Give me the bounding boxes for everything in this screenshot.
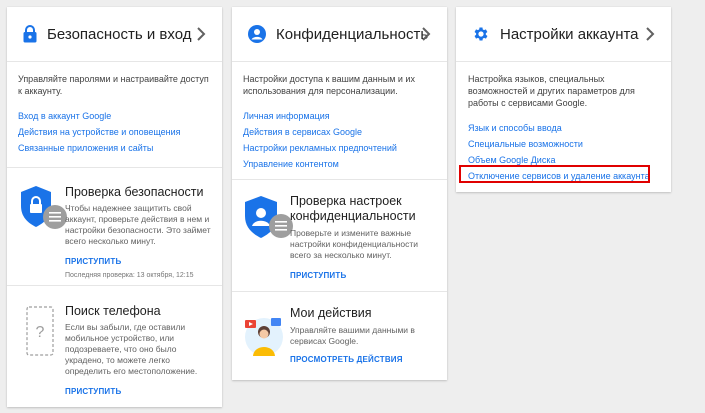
- account-settings-description: Настройка языков, специальных возможност…: [468, 74, 635, 108]
- link-accessibility[interactable]: Специальные возможности: [468, 136, 666, 152]
- lock-icon: [23, 25, 37, 43]
- privacy-shield-person-icon: [245, 196, 293, 238]
- find-phone-start-button[interactable]: ПРИСТУПИТЬ: [65, 387, 215, 396]
- my-activity-section: Мои действия Управляйте вашими данными в…: [232, 291, 447, 380]
- account-settings-card-title: Настройки аккаунта: [500, 25, 639, 43]
- security-card-description: Управляйте паролями и настраивайте досту…: [18, 74, 209, 96]
- shield-checklist-icon: [21, 186, 67, 229]
- security-card-header[interactable]: Безопасность и вход: [7, 7, 222, 62]
- my-activity-illustration-icon: [245, 318, 283, 356]
- link-personal-info[interactable]: Личная информация: [243, 108, 438, 124]
- privacy-card-header[interactable]: Конфиденциальность: [232, 7, 447, 62]
- gear-icon: [474, 27, 488, 41]
- security-card-title: Безопасность и вход: [47, 25, 192, 43]
- account-settings-card-header[interactable]: Настройки аккаунта: [456, 7, 671, 62]
- phone-question-icon: ?: [26, 306, 54, 356]
- find-phone-text: Если вы забыли, где оставили мобильное у…: [65, 322, 198, 376]
- chevron-right-icon[interactable]: [419, 25, 433, 43]
- security-checkup-start-button[interactable]: ПРИСТУПИТЬ: [65, 257, 215, 266]
- link-google-signin[interactable]: Вход в аккаунт Google: [18, 108, 213, 124]
- privacy-checkup-text: Проверьте и измените важные настройки ко…: [290, 228, 418, 260]
- chevron-right-icon[interactable]: [643, 25, 657, 43]
- account-settings-card: Настройки аккаунта Настройка языков, спе…: [456, 7, 671, 192]
- security-checkup-text: Чтобы надежнее защитить свой аккаунт, пр…: [65, 203, 211, 246]
- privacy-card-description: Настройки доступа к вашим данным и их ис…: [243, 74, 415, 96]
- security-checkup-last-check: Последняя проверка: 13 октября, 12:15: [65, 272, 194, 279]
- privacy-checkup-start-button[interactable]: ПРИСТУПИТЬ: [290, 271, 440, 280]
- my-activity-text: Управляйте вашими данными в сервисах Goo…: [290, 325, 415, 346]
- delete-account-highlight-box: [459, 165, 650, 183]
- privacy-card-title: Конфиденциальность: [276, 25, 429, 43]
- person-icon: [248, 25, 266, 43]
- link-language-input[interactable]: Язык и способы ввода: [468, 120, 666, 136]
- security-card: Безопасность и вход Управляйте паролями …: [7, 7, 222, 407]
- link-ad-settings[interactable]: Настройки рекламных предпочтений: [243, 140, 438, 156]
- link-connected-apps[interactable]: Связанные приложения и сайты: [18, 140, 213, 156]
- privacy-checkup-title: Проверка настроек конфиденциальности: [290, 194, 416, 223]
- find-phone-title: Поиск телефона: [65, 304, 161, 318]
- link-content-control[interactable]: Управление контентом: [243, 156, 438, 172]
- chevron-right-icon[interactable]: [194, 25, 208, 43]
- svg-text:?: ?: [36, 324, 45, 341]
- my-activity-title: Мои действия: [290, 306, 372, 320]
- link-google-activity[interactable]: Действия в сервисах Google: [243, 124, 438, 140]
- find-phone-section: ? Поиск телефона Если вы забыли, где ост…: [7, 285, 222, 407]
- privacy-checkup-section: Проверка настроек конфиденциальности Про…: [232, 179, 447, 291]
- security-checkup-title: Проверка безопасности: [65, 185, 204, 199]
- view-activity-button[interactable]: ПРОСМОТРЕТЬ ДЕЙСТВИЯ: [290, 355, 440, 364]
- link-device-activity[interactable]: Действия на устройстве и оповещения: [18, 124, 213, 140]
- security-checkup-section: Проверка безопасности Чтобы надежнее защ…: [7, 167, 222, 285]
- privacy-card: Конфиденциальность Настройки доступа к в…: [232, 7, 447, 380]
